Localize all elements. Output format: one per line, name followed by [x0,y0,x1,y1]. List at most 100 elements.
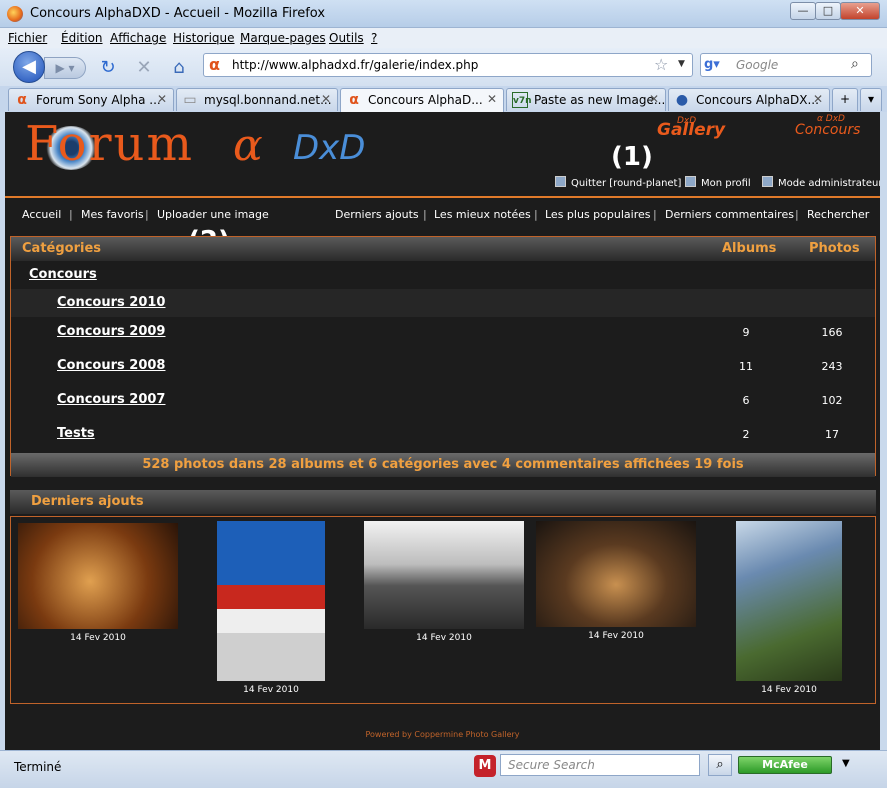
logo-forum[interactable]: Forum [25,116,194,172]
mcafee-dropdown-icon[interactable]: ▼ [842,758,850,769]
thumbnail-caption: 14 Fev 2010 [588,631,644,641]
nav-separator: | [145,208,149,221]
nav-separator: | [423,208,427,221]
profile-link[interactable]: Mon profil [685,176,751,189]
mcafee-shield-icon[interactable]: M [474,755,496,777]
reload-icon[interactable]: ↻ [97,57,119,79]
col-categories: Catégories [22,241,102,256]
bookmark-star-icon[interactable]: ☆ [654,55,668,74]
menu-affichage[interactable]: Affichage [110,31,166,45]
status-text: Terminé [14,760,62,774]
stop-icon[interactable]: ✕ [133,57,155,79]
tab-paste-image[interactable]: v7n Paste as new Image... ✕ [506,88,666,111]
logo-alpha: α [233,120,263,171]
category-row: Concours 2007 6 102 [11,385,875,419]
quit-label: Quitter [round-planet] [571,178,682,189]
user-icon [555,176,566,187]
thumbnail-image[interactable] [536,521,696,627]
nav-derniers-ajouts[interactable]: Derniers ajouts [335,208,419,221]
logo-dxd: DxD [293,128,366,168]
nav-rechercher[interactable]: Rechercher [807,208,869,221]
admin-mode-link[interactable]: Mode administrateur [762,176,880,189]
thumbnail-image[interactable] [736,521,842,681]
search-placeholder: Google [736,58,779,72]
thumbnail-image[interactable] [364,521,524,629]
nav-populaires[interactable]: Les plus populaires [545,208,650,221]
category-row: Concours 2008 11 243 [11,351,875,385]
tab-list-button[interactable]: ▾ [860,88,882,111]
menu-help[interactable]: ? [371,31,377,45]
admin-icon [762,176,773,187]
tab-concours-2[interactable]: ● Concours AlphaDX... ✕ [668,88,830,111]
url-text[interactable]: http://www.alphadxd.fr/galerie/index.php [232,58,478,72]
url-dropdown-icon[interactable]: ▼ [678,59,685,69]
concours-logo[interactable]: Concours [795,122,860,138]
secure-search-button[interactable]: ⌕ [708,754,732,776]
tab-concours-active[interactable]: α Concours AlphaD... ✕ [340,88,504,112]
photo-count: 243 [821,360,843,373]
thumbnail-image[interactable] [217,521,325,681]
nav-separator: | [534,208,538,221]
category-link[interactable]: Concours 2008 [57,358,165,373]
gallery-stats: 528 photos dans 28 albums et 6 catégorie… [11,453,875,477]
thumbnail-caption: 14 Fev 2010 [243,685,299,695]
tab-label: Forum Sony Alpha ... [36,93,161,107]
profile-label: Mon profil [701,178,751,189]
nav-derniers-commentaires[interactable]: Derniers commentaires [665,208,794,221]
category-link[interactable]: Concours 2009 [57,324,165,339]
minimize-button[interactable]: — [790,2,816,20]
google-engine-icon[interactable]: g▾ [704,57,726,73]
search-icon[interactable]: ⌕ [851,56,859,72]
forward-button[interactable]: ▶ ▾ [44,57,86,79]
maximize-button[interactable]: □ [815,2,841,20]
menu-fichier[interactable]: Fichier [8,31,47,45]
menu-edition[interactable]: Édition [61,31,103,45]
latest-header: Derniers ajouts [10,490,876,514]
tab-label: Paste as new Image... [534,93,666,107]
album-count: 6 [742,394,750,407]
nav-upload[interactable]: Uploader une image [157,208,269,221]
quit-link[interactable]: Quitter [round-planet] [555,176,681,189]
category-link[interactable]: Tests [57,426,95,441]
tab-close-icon[interactable]: ✕ [321,92,331,106]
category-link[interactable]: Concours 2007 [57,392,165,407]
gallery-logo[interactable]: Gallery [657,120,725,140]
thumbnail-caption: 14 Fev 2010 [761,685,817,695]
close-button[interactable]: ✕ [840,2,880,20]
category-link[interactable]: Concours 2010 [57,295,165,310]
thumbnail-image[interactable] [18,523,178,629]
secure-search-input[interactable]: Secure Search [500,754,700,776]
tab-close-icon[interactable]: ✕ [813,92,823,106]
tab-mysql[interactable]: ▭ mysql.bonnand.net... ✕ [176,88,338,111]
admin-label: Mode administrateur [778,178,880,189]
tab-forum-sony[interactable]: α Forum Sony Alpha ... ✕ [8,88,174,111]
back-button[interactable]: ◀ [13,51,45,83]
site-alpha-icon: α [209,55,220,74]
tab-close-icon[interactable]: ✕ [487,92,497,106]
header-divider [5,196,880,198]
categories-table: Catégories Albums Photos Concours Concou… [10,236,876,477]
nav-mieux-notees[interactable]: Les mieux notées [434,208,531,221]
nav-separator: | [69,208,73,221]
menu-historique[interactable]: Historique [173,31,235,45]
secure-search-placeholder: Secure Search [508,758,595,772]
menu-outils[interactable]: Outils [329,31,364,45]
home-icon[interactable]: ⌂ [168,57,190,79]
mcafee-button[interactable]: McAfee [738,756,832,774]
search-bar[interactable]: g▾ Google ⌕ [700,53,872,77]
new-tab-button[interactable]: + [832,88,858,111]
menu-marque-pages[interactable]: Marque-pages [240,31,326,45]
nav-favoris[interactable]: Mes favoris [81,208,144,221]
photo-count: 17 [825,428,839,441]
tab-close-icon[interactable]: ✕ [157,92,167,106]
col-photos: Photos [809,241,860,256]
category-parent-row: Concours [11,261,875,289]
tab-bar: α Forum Sony Alpha ... ✕ ▭ mysql.bonnand… [0,86,887,112]
nav-accueil[interactable]: Accueil [22,208,61,221]
tab-close-icon[interactable]: ✕ [649,92,659,106]
category-concours-link[interactable]: Concours [29,267,97,282]
footer-powered-by[interactable]: Powered by Coppermine Photo Gallery [5,730,880,739]
page-content: Forum α DxD DxD Gallery α DxD Concours (… [5,112,880,750]
address-bar[interactable]: α http://www.alphadxd.fr/galerie/index.p… [203,53,693,77]
v7n-icon: v7n [512,92,532,108]
